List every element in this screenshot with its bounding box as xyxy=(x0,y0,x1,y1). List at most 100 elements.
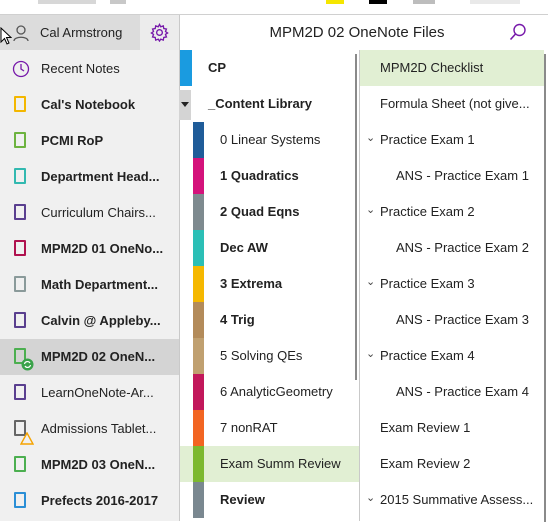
section-color-tab xyxy=(193,482,204,518)
section-tab-selected[interactable]: Exam Summ Review xyxy=(180,446,359,482)
notebook-item[interactable]: Department Head... xyxy=(0,159,179,195)
section-color-tab xyxy=(180,50,192,86)
notebook-label: LearnOneNote-Ar... xyxy=(41,385,154,400)
notebook-icon xyxy=(14,96,26,112)
notebook-item[interactable]: MPM2D 01 OneNo... xyxy=(0,231,179,267)
section-tab[interactable]: 4 Trig xyxy=(180,302,359,338)
section-scrollbar[interactable] xyxy=(355,54,357,380)
chevron-down-icon[interactable]: ⌄ xyxy=(366,347,375,360)
warning-icon xyxy=(20,432,34,445)
section-tab[interactable]: 6 AnalyticGeometry xyxy=(180,374,359,410)
page-label: ANS - Practice Exam 1 xyxy=(396,168,529,183)
page-item[interactable]: ⌄ Practice Exam 3 xyxy=(360,266,544,302)
section-group[interactable]: _Content Library xyxy=(180,86,359,122)
sync-icon xyxy=(21,358,34,371)
section-label: 1 Quadratics xyxy=(220,168,299,183)
notebook-label: PCMI RoP xyxy=(41,133,104,148)
notebook-item[interactable]: MPM2D 03 OneN... xyxy=(0,447,179,483)
notebook-label: Admissions Tablet... xyxy=(41,421,157,436)
section-tab[interactable]: 7 nonRAT xyxy=(180,410,359,446)
notebook-item[interactable]: Admissions Tablet... xyxy=(0,411,179,447)
page-label: Practice Exam 1 xyxy=(380,132,475,147)
page-label: Formula Sheet (not give... xyxy=(380,96,530,111)
clock-icon xyxy=(12,60,30,78)
notebook-icon xyxy=(14,456,26,472)
notebook-item[interactable]: Curriculum Chairs... xyxy=(0,195,179,231)
recent-notes-item[interactable]: Recent Notes xyxy=(0,51,179,87)
notebook-item[interactable]: Prefects 2016-2017 xyxy=(0,483,179,519)
subpage-item[interactable]: ANS - Practice Exam 3 xyxy=(360,302,544,338)
section-tab[interactable]: Dec AW xyxy=(180,230,359,266)
notebook-item[interactable]: Math Department... xyxy=(0,267,179,303)
page-label: Practice Exam 3 xyxy=(380,276,475,291)
person-icon xyxy=(13,25,29,42)
chevron-down-icon[interactable]: ⌄ xyxy=(366,491,375,504)
section-label: CP xyxy=(208,60,227,75)
page-label: Practice Exam 2 xyxy=(380,204,475,219)
window-top-strip xyxy=(0,0,548,14)
page-item-selected[interactable]: MPM2D Checklist xyxy=(360,50,544,86)
section-tab[interactable]: 5 Solving QEs xyxy=(180,338,359,374)
section-label: 7 nonRAT xyxy=(220,420,278,435)
user-account[interactable]: Cal Armstrong xyxy=(0,15,140,50)
section-label: Dec AW xyxy=(220,240,268,255)
notebook-title[interactable]: MPM2D 02 OneNote Files xyxy=(180,24,534,41)
subpage-item[interactable]: ANS - Practice Exam 4 xyxy=(360,374,544,410)
settings-button[interactable] xyxy=(140,15,179,50)
chevron-down-icon[interactable]: ⌄ xyxy=(366,275,375,288)
page-item[interactable]: Exam Review 1 xyxy=(360,410,544,446)
section-tab[interactable]: 1 Quadratics xyxy=(180,158,359,194)
subpage-item[interactable]: ANS - Practice Exam 1 xyxy=(360,158,544,194)
section-tab[interactable]: 0 Linear Systems xyxy=(180,122,359,158)
page-item[interactable]: ⌄ 2015 Summative Assess... xyxy=(360,482,544,518)
section-group[interactable]: CP xyxy=(180,50,359,86)
section-tab[interactable]: Review xyxy=(180,482,359,518)
chevron-down-icon[interactable]: ⌄ xyxy=(366,131,375,144)
page-label: MPM2D Checklist xyxy=(380,60,484,75)
notebook-item[interactable]: Cal's Notebook xyxy=(0,87,179,123)
notebook-header: MPM2D 02 OneNote Files xyxy=(180,15,548,50)
notebook-icon xyxy=(14,168,26,184)
section-color-tab xyxy=(193,266,204,302)
section-tab[interactable]: 2 Quad Eqns xyxy=(180,194,359,230)
user-name: Cal Armstrong xyxy=(40,25,123,40)
notebook-icon xyxy=(14,384,26,400)
page-item[interactable]: ⌄ Practice Exam 2 xyxy=(360,194,544,230)
section-label: 4 Trig xyxy=(220,312,255,327)
page-item[interactable]: ⌄ Practice Exam 4 xyxy=(360,338,544,374)
page-label: Practice Exam 4 xyxy=(380,348,475,363)
notebook-icon xyxy=(14,312,26,328)
notebook-label: Curriculum Chairs... xyxy=(41,205,156,220)
page-label: ANS - Practice Exam 3 xyxy=(396,312,529,327)
page-label: ANS - Practice Exam 2 xyxy=(396,240,529,255)
notebook-label: Cal's Notebook xyxy=(41,97,136,112)
search-icon[interactable] xyxy=(509,23,527,41)
page-item[interactable]: ⌄ Practice Exam 1 xyxy=(360,122,544,158)
recent-notes-label: Recent Notes xyxy=(41,61,120,76)
section-label: 6 AnalyticGeometry xyxy=(220,384,333,399)
notebook-icon xyxy=(14,204,26,220)
page-item[interactable]: Exam Review 2 xyxy=(360,446,544,482)
notebook-label: MPM2D 01 OneNo... xyxy=(41,241,164,256)
page-item[interactable]: Formula Sheet (not give... xyxy=(360,86,544,122)
cursor-icon xyxy=(0,27,12,45)
notebook-item[interactable]: LearnOneNote-Ar... xyxy=(0,375,179,411)
section-tab[interactable]: 3 Extrema xyxy=(180,266,359,302)
section-label: 5 Solving QEs xyxy=(220,348,303,363)
subpage-item[interactable]: ANS - Practice Exam 2 xyxy=(360,230,544,266)
notebook-item[interactable]: Calvin @ Appleby... xyxy=(0,303,179,339)
section-label: 2 Quad Eqns xyxy=(220,204,300,219)
notebook-item[interactable]: PCMI RoP xyxy=(0,123,179,159)
section-label: 3 Extrema xyxy=(220,276,283,291)
notebook-item-selected[interactable]: MPM2D 02 OneN... xyxy=(0,339,179,375)
page-scrollbar[interactable] xyxy=(544,54,546,522)
notebook-icon xyxy=(14,132,26,148)
notebook-label: Calvin @ Appleby... xyxy=(41,313,161,328)
chevron-down-icon[interactable]: ⌄ xyxy=(366,203,375,216)
section-color-tab xyxy=(193,302,204,338)
section-label: _Content Library xyxy=(208,96,313,111)
page-label: 2015 Summative Assess... xyxy=(380,492,534,507)
section-color-tab xyxy=(193,338,204,374)
page-label: Exam Review 1 xyxy=(380,420,471,435)
page-label: Exam Review 2 xyxy=(380,456,471,471)
